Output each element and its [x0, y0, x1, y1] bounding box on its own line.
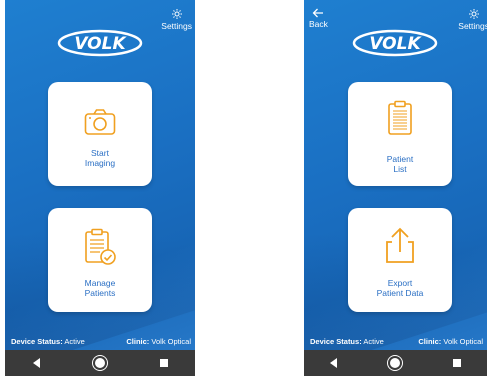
start-imaging-button[interactable]: Start Imaging — [48, 82, 152, 186]
status-bar: Device Status: Active Clinic: Volk Optic… — [310, 337, 483, 346]
home-screen: Settings VOLK Start Imaging Manage Patie… — [5, 0, 195, 376]
logo-text: VOLK — [369, 34, 422, 54]
nav-home-icon[interactable] — [389, 358, 400, 368]
volk-logo: VOLK — [352, 29, 438, 57]
device-status: Device Status: Active — [310, 337, 384, 346]
export-patient-data-button[interactable]: Export Patient Data — [348, 208, 452, 312]
device-status: Device Status: Active — [11, 337, 85, 346]
patients-screen: Back Settings VOLK Patient List Export P… — [304, 0, 487, 376]
clinic-info: Clinic: Volk Optical — [126, 337, 191, 346]
clipboard-icon — [388, 100, 412, 135]
android-nav-bar — [304, 350, 487, 376]
gear-icon — [468, 9, 479, 19]
settings-label: Settings — [161, 21, 192, 31]
nav-recents-icon[interactable] — [452, 359, 461, 367]
patient-list-button[interactable]: Patient List — [348, 82, 452, 186]
export-icon — [386, 227, 414, 263]
gear-icon — [171, 9, 182, 19]
patient-list-label: Patient List — [386, 154, 414, 174]
logo-text: VOLK — [74, 34, 127, 54]
arrow-left-icon — [313, 8, 324, 18]
export-patient-data-label: Export Patient Data — [376, 278, 424, 298]
clinic-info: Clinic: Volk Optical — [418, 337, 483, 346]
settings-button[interactable]: Settings — [161, 8, 192, 31]
back-label: Back — [309, 19, 328, 29]
android-nav-bar — [5, 350, 195, 376]
nav-back-icon[interactable] — [330, 358, 338, 368]
manage-patients-button[interactable]: Manage Patients — [48, 208, 152, 312]
camera-icon — [84, 109, 116, 135]
start-imaging-label: Start Imaging — [84, 148, 116, 168]
nav-home-icon[interactable] — [94, 358, 105, 368]
settings-label: Settings — [458, 21, 487, 31]
nav-back-icon[interactable] — [32, 358, 40, 368]
settings-button[interactable]: Settings — [458, 8, 487, 31]
clipboard-check-icon — [85, 228, 116, 265]
nav-recents-icon[interactable] — [159, 359, 168, 367]
manage-patients-label: Manage Patients — [84, 278, 116, 298]
volk-logo: VOLK — [57, 29, 143, 57]
status-bar: Device Status: Active Clinic: Volk Optic… — [11, 337, 191, 346]
back-button[interactable]: Back — [309, 8, 328, 29]
